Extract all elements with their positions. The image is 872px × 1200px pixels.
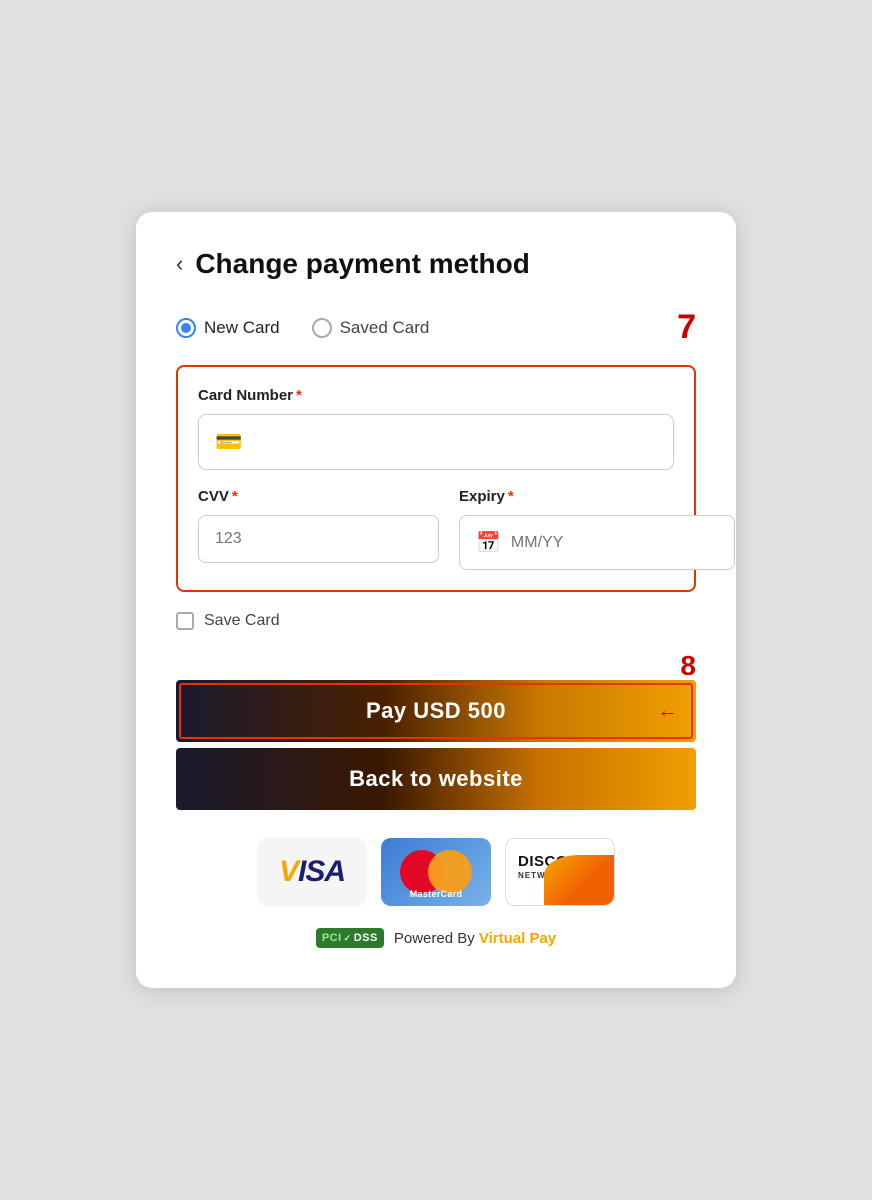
- expiry-label: Expiry*: [459, 488, 735, 505]
- back-to-website-button[interactable]: Back to website: [176, 748, 696, 810]
- page-title: Change payment method: [195, 248, 529, 280]
- card-number-input[interactable]: [252, 433, 657, 451]
- annotation-7: 7: [677, 308, 696, 347]
- tab-saved-card-label: Saved Card: [340, 318, 430, 338]
- powered-by-row: PCI✓ DSS Powered By Virtual Pay: [176, 928, 696, 948]
- payment-modal: ‹ Change payment method New Card Saved C…: [136, 212, 736, 988]
- cvv-input-wrapper[interactable]: [198, 515, 439, 563]
- tabs-row: New Card Saved Card 7: [176, 308, 696, 347]
- powered-by-text: Powered By Virtual Pay: [394, 930, 556, 947]
- card-logos: VISA MasterCard DISCOVER NETWORK: [176, 838, 696, 906]
- radio-saved-card[interactable]: [312, 318, 332, 338]
- pay-button-row: 8 Pay USD 500 ←: [176, 652, 696, 742]
- expiry-input-wrapper[interactable]: 📅: [459, 515, 735, 570]
- cvv-expiry-row: CVV* Expiry* 📅: [198, 488, 674, 570]
- credit-card-icon: 💳: [215, 429, 242, 455]
- save-card-label: Save Card: [204, 612, 280, 630]
- save-card-row: Save Card: [176, 612, 696, 630]
- pci-badge: PCI✓ DSS: [316, 928, 384, 948]
- back-to-website-label: Back to website: [349, 766, 523, 791]
- save-card-checkbox[interactable]: [176, 612, 194, 630]
- tab-new-card-label: New Card: [204, 318, 280, 338]
- arrow-left-icon: ←: [658, 700, 679, 723]
- card-number-label: Card Number*: [198, 387, 674, 404]
- expiry-input[interactable]: [511, 534, 718, 552]
- back-icon-button[interactable]: ‹: [176, 253, 183, 275]
- card-number-input-wrapper[interactable]: 💳: [198, 414, 674, 470]
- calendar-icon: 📅: [476, 530, 501, 555]
- tab-new-card[interactable]: New Card: [176, 318, 280, 338]
- cvv-label: CVV*: [198, 488, 439, 505]
- mastercard-logo: MasterCard: [381, 838, 491, 906]
- cvv-field: CVV*: [198, 488, 439, 570]
- header: ‹ Change payment method: [176, 248, 696, 280]
- card-form-section: Card Number* 💳 CVV* Expiry* 📅: [176, 365, 696, 592]
- expiry-field: Expiry* 📅: [459, 488, 735, 570]
- pay-button[interactable]: Pay USD 500 ←: [176, 680, 696, 742]
- annotation-8: 8: [680, 652, 696, 680]
- discover-logo: DISCOVER NETWORK: [505, 838, 615, 906]
- pay-button-label: Pay USD 500: [366, 698, 506, 724]
- tab-saved-card[interactable]: Saved Card: [312, 318, 430, 338]
- cvv-input[interactable]: [215, 530, 422, 548]
- visa-logo: VISA: [257, 838, 367, 906]
- radio-new-card[interactable]: [176, 318, 196, 338]
